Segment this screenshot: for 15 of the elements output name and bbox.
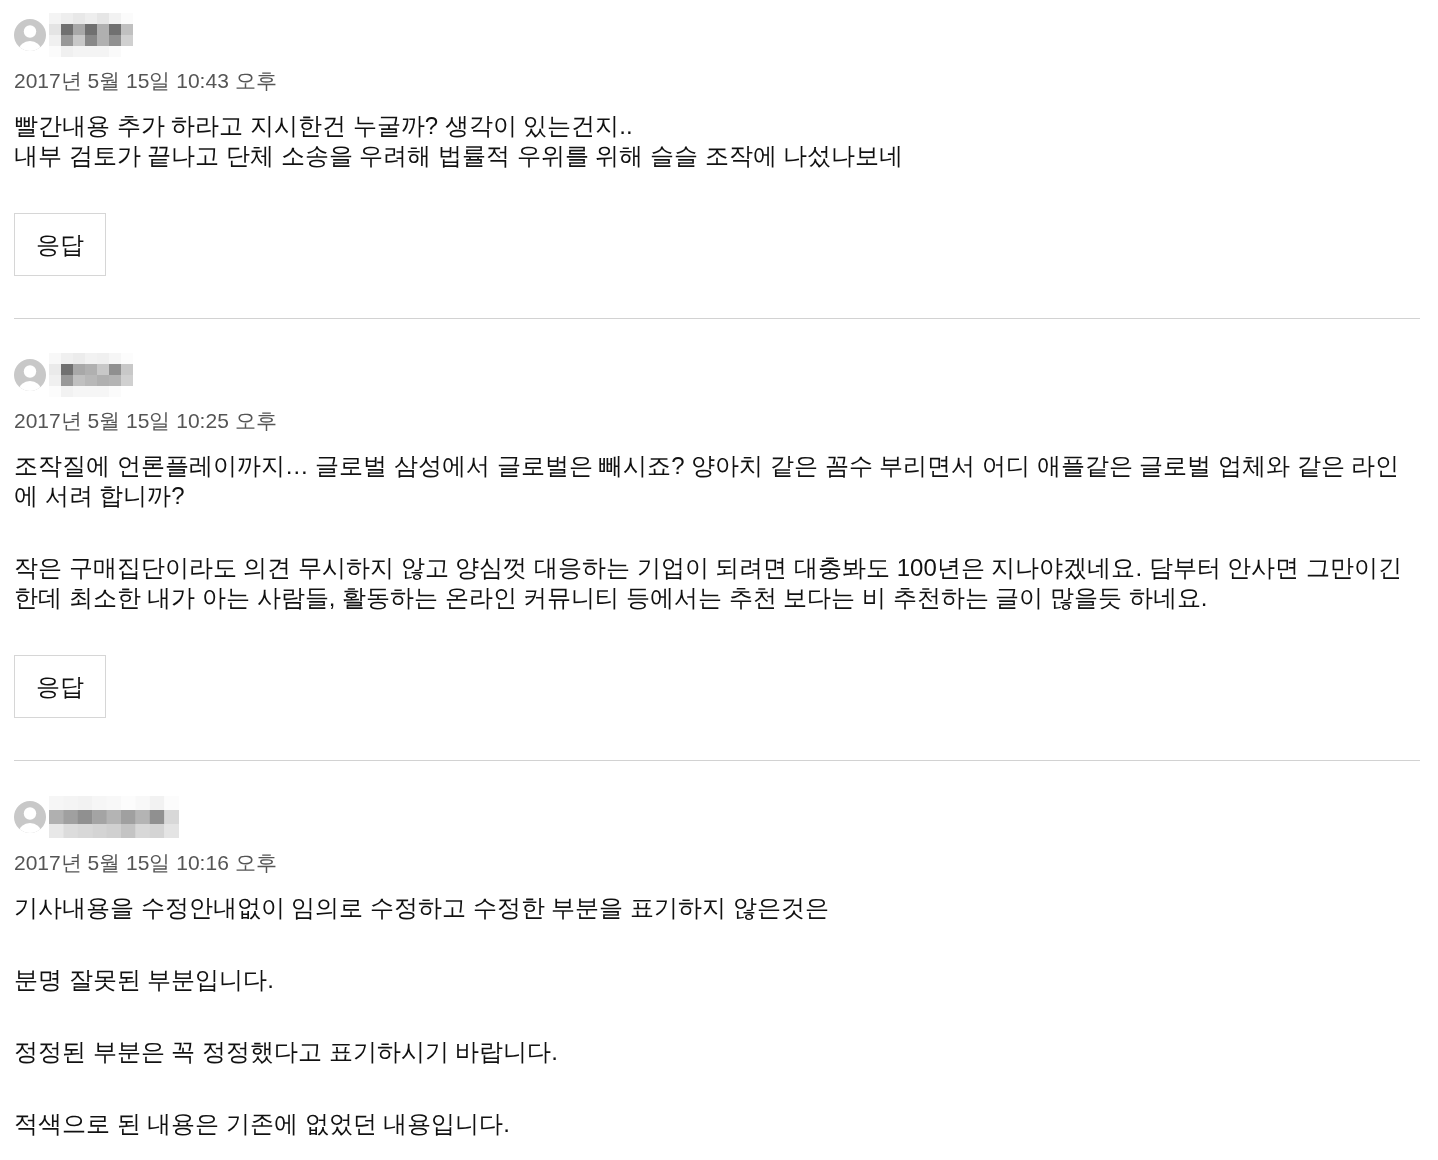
- comment-date: 2017년 5월 15일 10:16 오후: [14, 850, 278, 876]
- comment-date: 2017년 5월 15일 10:25 오후: [14, 408, 278, 434]
- avatar-icon: [14, 801, 46, 833]
- avatar-icon: [14, 359, 46, 391]
- comment-text: 작은 구매집단이라도 의견 무시하지 않고 양심껏 대응하는 기업이 되려면 대충봐도 100년은 지나야겠네요. 담부터 안사면 그만이긴 한데 최소한 내가 아는 사람들, 활동하는 온라인 커뮤니티 등에서는 추천 보다는 비 추천하는 글이 많을듯 하네요.: [14, 553, 1404, 613]
- comment-date: 2017년 5월 15일 10:43 오후: [14, 68, 278, 94]
- comment-text: 분명 잘못된 부분입니다.: [14, 965, 275, 995]
- comment-text: 적색으로 된 내용은 기존에 없었던 내용입니다.: [14, 1109, 511, 1139]
- comment-text: 정정된 부분은 꼭 정정했다고 표기하시기 바랍니다.: [14, 1037, 559, 1067]
- reply-button[interactable]: 응답: [14, 213, 106, 276]
- avatar-icon: [14, 19, 46, 51]
- comment-text: 조작질에 언론플레이까지… 글로벌 삼성에서 글로벌은 빼시죠? 양아치 같은 꼼수 부리면서 어디 애플같은 글로벌 업체와 같은 라인에 서려 합니까?: [14, 451, 1401, 511]
- comment-text: 빨간내용 추가 하라고 지시한건 누굴까? 생각이 있는건지.. 내부 검토가 끝나고 단체 소송을 우려해 법률적 우위를 위해 슬슬 조작에 나섰나보네: [14, 111, 905, 171]
- comment-text: 기사내용을 수정안내없이 임의로 수정하고 수정한 부분을 표기하지 않은것은: [14, 893, 830, 923]
- reply-button[interactable]: 응답: [14, 655, 106, 718]
